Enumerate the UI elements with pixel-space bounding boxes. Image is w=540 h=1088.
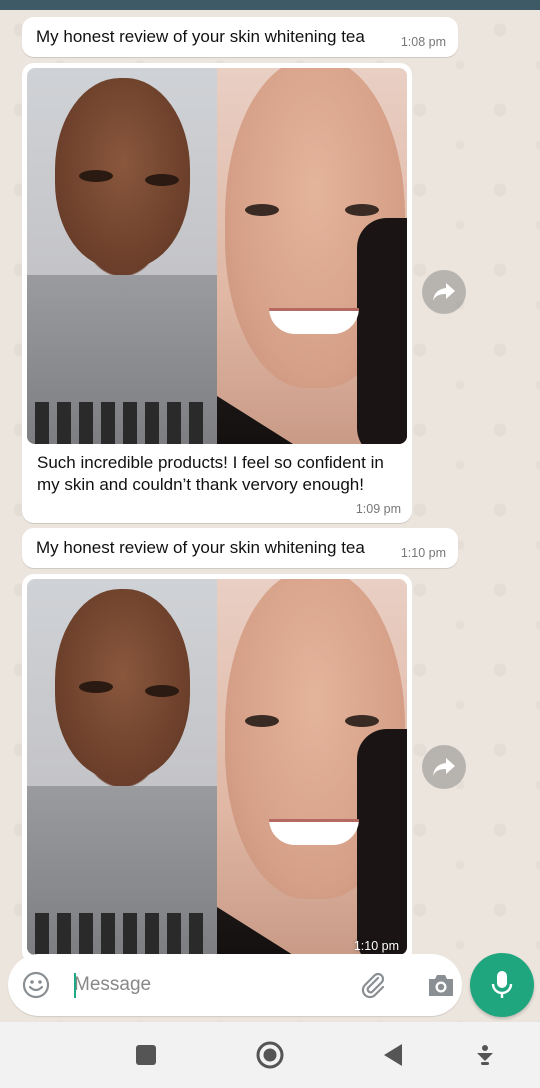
- message-input[interactable]: Message: [74, 974, 151, 996]
- image-message-bubble[interactable]: 1:10 pm: [22, 574, 412, 964]
- square-icon: [136, 1045, 156, 1065]
- camera-icon[interactable]: [426, 971, 456, 999]
- chat-area[interactable]: My honest review of your skin whitening …: [0, 10, 540, 1022]
- message-text: My honest review of your skin whitening …: [36, 538, 365, 557]
- message-time: 1:10 pm: [400, 546, 446, 560]
- emoji-icon[interactable]: [22, 971, 50, 999]
- keyboard-hide-button[interactable]: [470, 1040, 500, 1070]
- paperclip-icon[interactable]: [358, 970, 388, 1000]
- before-after-photo[interactable]: 1:10 pm: [27, 579, 407, 955]
- status-bar: [0, 0, 540, 10]
- recents-button[interactable]: [131, 1040, 161, 1070]
- keyboard-hide-icon: [477, 1045, 493, 1065]
- image-message-bubble[interactable]: Such incredible products! I feel so conf…: [22, 63, 412, 523]
- message-time: 1:09 pm: [355, 502, 401, 516]
- message-bubble[interactable]: My honest review of your skin whitening …: [22, 17, 458, 57]
- message-composer: Message: [8, 954, 462, 1016]
- home-button[interactable]: [255, 1040, 285, 1070]
- voice-record-button[interactable]: [470, 953, 534, 1017]
- before-photo-half: [27, 579, 217, 955]
- after-photo-half: [217, 68, 407, 444]
- forward-button[interactable]: [422, 270, 466, 314]
- triangle-back-icon: [384, 1044, 402, 1066]
- forward-icon: [433, 283, 455, 301]
- forward-button[interactable]: [422, 745, 466, 789]
- before-photo-half: [27, 68, 217, 444]
- message-bubble[interactable]: My honest review of your skin whitening …: [22, 528, 458, 568]
- system-navigation-bar: [0, 1022, 540, 1088]
- microphone-icon: [491, 971, 513, 998]
- message-time: 1:08 pm: [400, 35, 446, 49]
- message-text: My honest review of your skin whitening …: [36, 27, 365, 46]
- after-photo-half: [217, 579, 407, 955]
- forward-icon: [433, 758, 455, 776]
- back-button[interactable]: [378, 1040, 408, 1070]
- message-time: 1:10 pm: [353, 939, 399, 953]
- image-caption: Such incredible products! I feel so conf…: [37, 453, 384, 494]
- circle-icon: [256, 1041, 284, 1069]
- before-after-photo[interactable]: [27, 68, 407, 444]
- text-cursor: [74, 973, 76, 998]
